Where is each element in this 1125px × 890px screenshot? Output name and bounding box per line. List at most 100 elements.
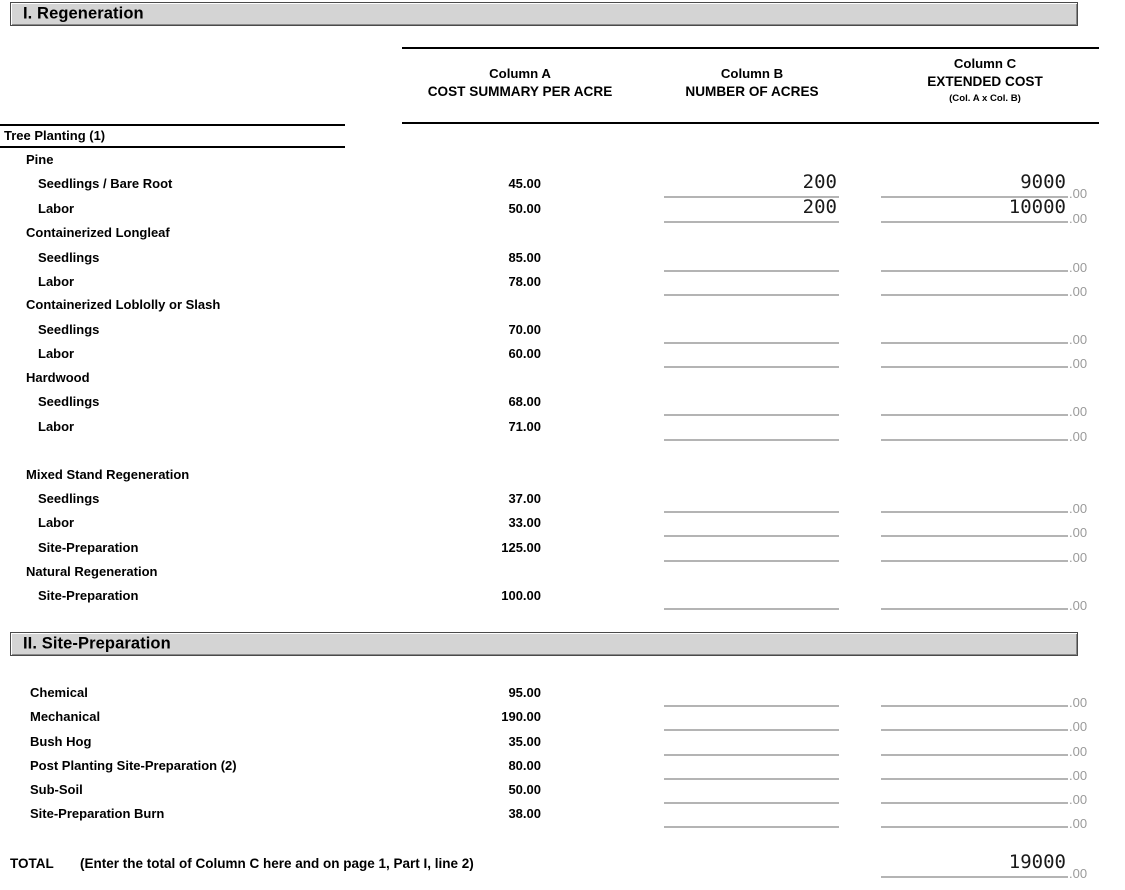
total-label: TOTAL bbox=[10, 856, 54, 871]
extended-cost-value[interactable]: 9000 bbox=[881, 171, 1066, 193]
acres-input-line[interactable] bbox=[664, 754, 839, 756]
extended-cost-value[interactable]: 10000 bbox=[881, 196, 1066, 218]
extended-cost-input-line[interactable] bbox=[881, 270, 1068, 272]
row-label: Chemical bbox=[30, 685, 88, 700]
acres-value[interactable]: 200 bbox=[664, 196, 837, 218]
acres-input-line[interactable] bbox=[664, 535, 839, 537]
extended-cost-input-line[interactable] bbox=[881, 754, 1068, 756]
extended-cost-input-line[interactable] bbox=[881, 366, 1068, 368]
acres-input-line[interactable] bbox=[664, 511, 839, 513]
cents-suffix: .00 bbox=[1069, 501, 1088, 516]
total-input-line[interactable] bbox=[881, 876, 1068, 878]
cost-per-acre-value: 37.00 bbox=[508, 491, 541, 506]
acres-input-line[interactable] bbox=[664, 560, 839, 562]
cost-per-acre-value: 50.00 bbox=[508, 782, 541, 797]
total-cents: .00 bbox=[1069, 866, 1088, 881]
total-value[interactable]: 19000 bbox=[881, 851, 1066, 873]
extended-cost-input-line[interactable] bbox=[881, 729, 1068, 731]
cents-suffix: .00 bbox=[1069, 768, 1088, 783]
cost-per-acre-value: 68.00 bbox=[508, 394, 541, 409]
cost-per-acre-value: 71.00 bbox=[508, 419, 541, 434]
extended-cost-input-line[interactable] bbox=[881, 439, 1068, 441]
row-label: Labor bbox=[38, 346, 75, 361]
cents-suffix: .00 bbox=[1069, 525, 1088, 540]
row-label: Site-Preparation bbox=[38, 588, 139, 603]
cost-per-acre-value: 50.00 bbox=[508, 201, 541, 216]
row-label: Seedlings bbox=[38, 250, 100, 265]
cost-per-acre-value: 35.00 bbox=[508, 734, 541, 749]
acres-input-line[interactable] bbox=[664, 270, 839, 272]
extended-cost-input-line[interactable] bbox=[881, 608, 1068, 610]
extended-cost-input-line[interactable] bbox=[881, 294, 1068, 296]
cents-suffix: .00 bbox=[1069, 429, 1088, 444]
row-label: Seedlings / Bare Root bbox=[38, 176, 173, 191]
cents-suffix: .00 bbox=[1069, 598, 1088, 613]
section-title-regeneration: I. Regeneration bbox=[23, 4, 144, 23]
cost-per-acre-value: 95.00 bbox=[508, 685, 541, 700]
extended-cost-input-line[interactable] bbox=[881, 511, 1068, 513]
row-label: Labor bbox=[38, 201, 75, 216]
row-label: Labor bbox=[38, 419, 75, 434]
cents-suffix: .00 bbox=[1069, 550, 1088, 565]
cents-suffix: .00 bbox=[1069, 186, 1088, 201]
extended-cost-input-line[interactable] bbox=[881, 535, 1068, 537]
cents-suffix: .00 bbox=[1069, 695, 1088, 710]
row-label: Containerized Longleaf bbox=[26, 225, 170, 240]
row-label: Mechanical bbox=[30, 709, 101, 724]
row-label: Site-Preparation Burn bbox=[30, 806, 165, 821]
acres-input-line[interactable] bbox=[664, 608, 839, 610]
cost-per-acre-value: 190.00 bbox=[501, 709, 541, 724]
extended-cost-input-line[interactable] bbox=[881, 221, 1068, 223]
column-a-header: Column A COST SUMMARY PER ACRE bbox=[402, 66, 638, 100]
acres-input-line[interactable] bbox=[664, 221, 839, 223]
acres-input-line[interactable] bbox=[664, 414, 839, 416]
column-c-note: (Col. A x Col. B) bbox=[949, 93, 1021, 105]
row-label: Pine bbox=[26, 152, 54, 167]
acres-input-line[interactable] bbox=[664, 366, 839, 368]
cost-per-acre-value: 60.00 bbox=[508, 346, 541, 361]
cost-per-acre-value: 45.00 bbox=[508, 176, 541, 191]
cents-suffix: .00 bbox=[1069, 211, 1088, 226]
acres-input-line[interactable] bbox=[664, 778, 839, 780]
section-header-regeneration: I. Regeneration bbox=[10, 2, 1078, 26]
row-label: Mixed Stand Regeneration bbox=[26, 467, 190, 482]
cents-suffix: .00 bbox=[1069, 719, 1088, 734]
extended-cost-input-line[interactable] bbox=[881, 705, 1068, 707]
extended-cost-input-line[interactable] bbox=[881, 560, 1068, 562]
cost-per-acre-value: 125.00 bbox=[501, 540, 541, 555]
row-label: Post Planting Site-Preparation (2) bbox=[30, 758, 237, 773]
column-a-description: COST SUMMARY PER ACRE bbox=[427, 83, 613, 99]
cost-per-acre-value: 78.00 bbox=[508, 274, 541, 289]
extended-cost-input-line[interactable] bbox=[881, 802, 1068, 804]
cost-per-acre-value: 100.00 bbox=[501, 588, 541, 603]
row-label: Seedlings bbox=[38, 491, 100, 506]
cost-per-acre-value: 70.00 bbox=[508, 322, 541, 337]
cents-suffix: .00 bbox=[1069, 332, 1088, 347]
cents-suffix: .00 bbox=[1069, 744, 1088, 759]
column-header-top-rule bbox=[402, 47, 1099, 49]
row-label: Seedlings bbox=[38, 394, 100, 409]
acres-input-line[interactable] bbox=[664, 439, 839, 441]
extended-cost-input-line[interactable] bbox=[881, 826, 1068, 828]
cost-per-acre-value: 38.00 bbox=[508, 806, 541, 821]
cents-suffix: .00 bbox=[1069, 792, 1088, 807]
extended-cost-input-line[interactable] bbox=[881, 778, 1068, 780]
acres-input-line[interactable] bbox=[664, 826, 839, 828]
row-label: Site-Preparation bbox=[38, 540, 139, 555]
column-c-name: Column C bbox=[953, 56, 1017, 71]
acres-input-line[interactable] bbox=[664, 294, 839, 296]
section-title-site-preparation: II. Site-Preparation bbox=[23, 634, 171, 653]
form-page: I. Regeneration Column A COST SUMMARY PE… bbox=[0, 0, 1125, 890]
cents-suffix: .00 bbox=[1069, 356, 1088, 371]
row-label: Sub-Soil bbox=[30, 782, 83, 797]
extended-cost-input-line[interactable] bbox=[881, 342, 1068, 344]
acres-input-line[interactable] bbox=[664, 802, 839, 804]
column-b-name: Column B bbox=[720, 66, 784, 81]
acres-value[interactable]: 200 bbox=[664, 171, 837, 193]
acres-input-line[interactable] bbox=[664, 705, 839, 707]
acres-input-line[interactable] bbox=[664, 729, 839, 731]
column-b-description: NUMBER OF ACRES bbox=[685, 83, 819, 99]
extended-cost-input-line[interactable] bbox=[881, 414, 1068, 416]
acres-input-line[interactable] bbox=[664, 342, 839, 344]
row-label: Labor bbox=[38, 274, 75, 289]
